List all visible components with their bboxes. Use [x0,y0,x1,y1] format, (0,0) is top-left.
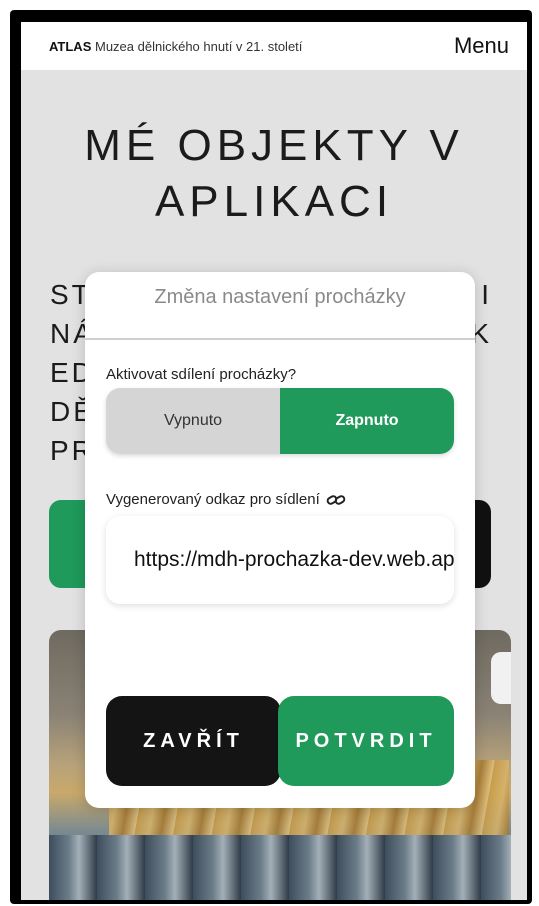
photo-hall [49,835,511,900]
page-title-line-2: APLIKACI [154,177,394,226]
share-link-label: Vygenerovaný odkaz pro sídlení [106,491,320,508]
dialog-divider [85,338,475,340]
photo-overlay-control[interactable] [491,652,511,704]
app-screen: ATLAS Muzea dělnického hnutí v 21. stole… [21,22,527,900]
share-toggle-label: Aktivovat sdílení procházky? [106,366,297,383]
brand-name: ATLAS [49,38,92,54]
walk-settings-dialog: Změna nastavení procházky Aktivovat sdíl… [85,272,475,808]
brand-subtitle: Muzea dělnického hnutí v 21. století [95,38,303,54]
toggle-option-off[interactable]: Vypnuto [106,388,280,454]
confirm-button[interactable]: POTVRDIT [278,696,454,786]
toggle-option-on[interactable]: Zapnuto [280,388,454,454]
brand[interactable]: ATLAS Muzea dělnického hnutí v 21. stole… [49,39,302,54]
close-button[interactable]: ZAVŘÍT [106,696,281,786]
menu-button[interactable]: Menu [454,33,509,59]
top-bar: ATLAS Muzea dělnického hnutí v 21. stole… [21,22,527,70]
paragraph-fragment-right: I [481,279,492,310]
share-toggle: Vypnuto Zapnuto [106,388,454,454]
page-title-line-1: MÉ OBJEKTY V [84,121,464,170]
share-link-input[interactable] [106,516,454,604]
dialog-title: Změna nastavení procházky [154,286,406,308]
link-icon [326,493,346,507]
page-title: MÉ OBJEKTY V APLIKACI [21,118,527,230]
share-link-label-row: Vygenerovaný odkaz pro sídlení [106,491,346,508]
